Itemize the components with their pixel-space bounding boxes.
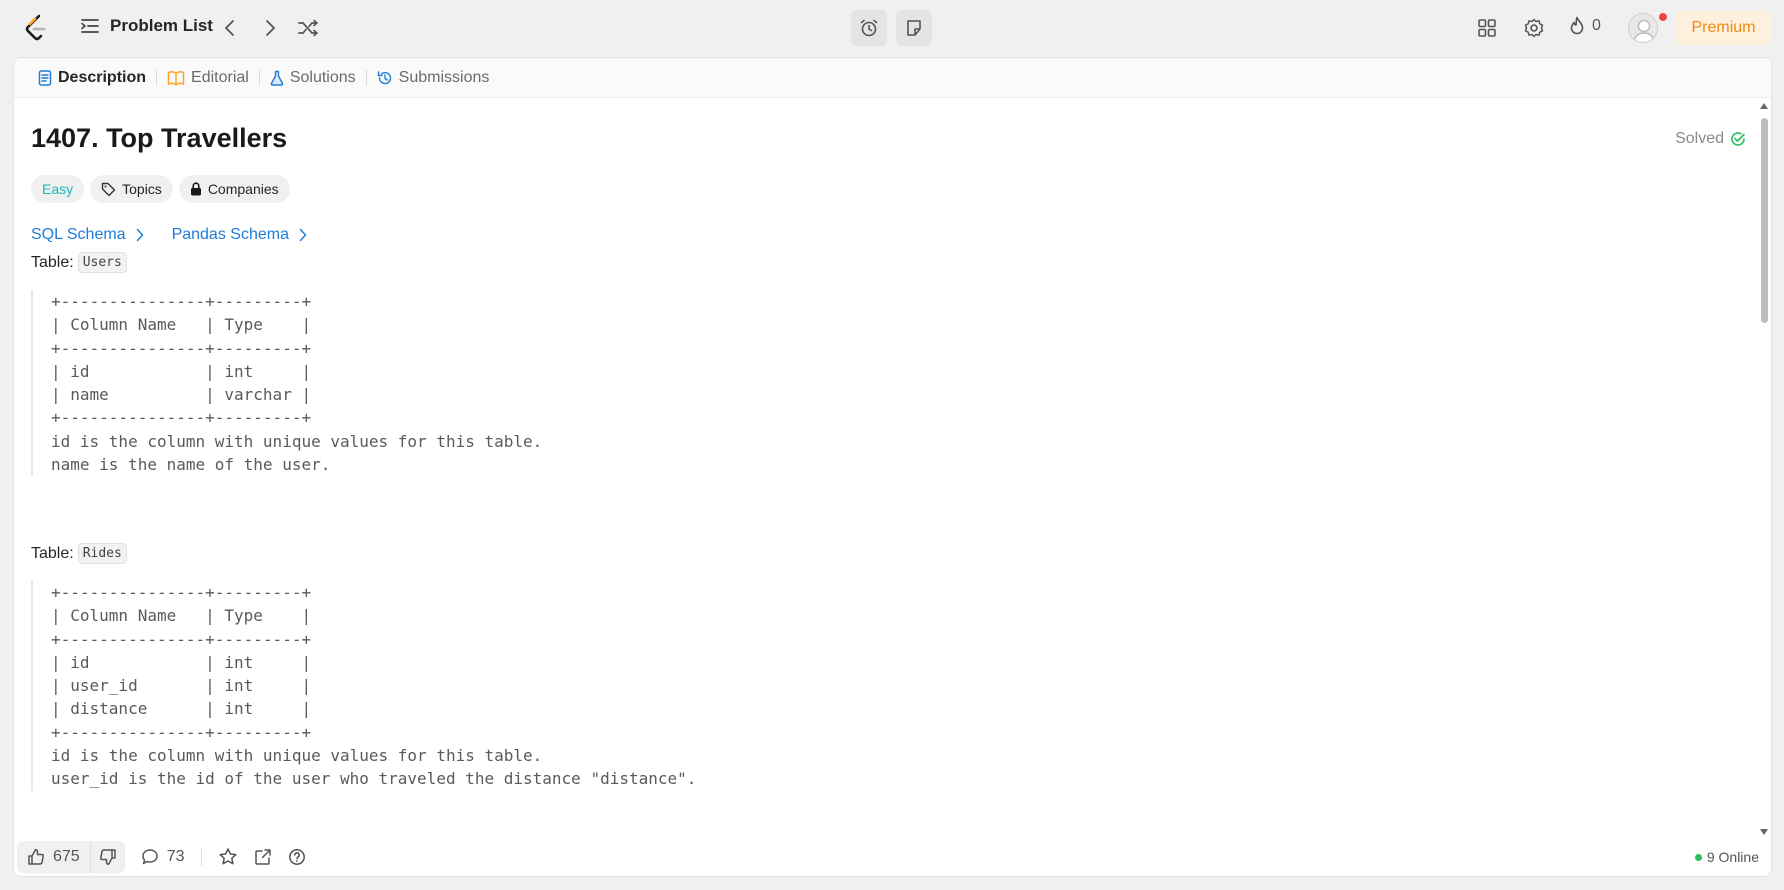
dislike-button[interactable]: [89, 841, 125, 873]
chevron-right-icon: [263, 19, 277, 37]
topics-label: Topics: [122, 181, 162, 197]
bottom-action-bar: 675 73 9 Online: [14, 836, 1771, 876]
avatar[interactable]: [1628, 13, 1658, 43]
thumbs-down-icon: [99, 848, 117, 866]
tag-icon: [101, 182, 116, 197]
tab-editorial[interactable]: Editorial: [157, 58, 259, 98]
chevron-right-icon: [136, 228, 144, 242]
tab-description[interactable]: Description: [28, 58, 156, 98]
solved-status: Solved: [1675, 130, 1746, 148]
tab-solutions[interactable]: Solutions: [260, 58, 366, 98]
scroll-down-arrow[interactable]: [1760, 829, 1768, 835]
scroll-thumb[interactable]: [1761, 118, 1768, 323]
lock-icon: [190, 182, 202, 196]
chevron-right-icon: [299, 228, 307, 242]
notification-dot: [1659, 13, 1667, 21]
table-word: Table:: [31, 544, 74, 562]
tab-label: Editorial: [191, 68, 249, 86]
online-indicator: 9 Online: [1694, 849, 1759, 865]
check-circle-icon: [1730, 131, 1746, 147]
avatar-icon: [1633, 19, 1655, 42]
sql-schema-link[interactable]: SQL Schema: [31, 226, 144, 244]
tab-label: Submissions: [398, 68, 490, 86]
next-problem-button[interactable]: [258, 16, 282, 40]
companies-label: Companies: [207, 181, 279, 197]
panel-tabs: Description Editorial Solutions Submissi…: [14, 58, 1771, 98]
streak-counter[interactable]: 0: [1568, 16, 1601, 36]
solved-label: Solved: [1675, 130, 1724, 147]
problem-tags: Easy Topics Companies: [31, 175, 290, 203]
note-icon: [905, 19, 923, 37]
gear-icon: [1523, 17, 1545, 39]
problem-list-button[interactable]: Problem List: [80, 16, 213, 36]
shuffle-icon: [297, 19, 319, 37]
table-label-rides: Table: Rides: [31, 543, 127, 564]
list-icon: [80, 17, 100, 35]
flask-icon: [270, 70, 284, 86]
leetcode-logo[interactable]: [24, 14, 48, 42]
book-icon: [167, 70, 185, 86]
pandas-schema-link[interactable]: Pandas Schema: [172, 226, 307, 244]
streak-count: 0: [1592, 17, 1601, 34]
like-dislike-group: 675: [17, 841, 125, 873]
top-navbar: Problem List 0 Premium: [0, 0, 1784, 56]
share-button[interactable]: [254, 848, 272, 866]
sql-schema-label: SQL Schema: [31, 226, 126, 243]
notes-button[interactable]: [896, 10, 932, 46]
prev-problem-button[interactable]: [218, 16, 242, 40]
alarm-icon: [859, 18, 879, 38]
topics-tag[interactable]: Topics: [90, 175, 173, 203]
rides-table-schema: +---------------+---------+ | Column Nam…: [31, 581, 1031, 791]
layout-button[interactable]: [1475, 16, 1499, 40]
comment-icon: [141, 848, 159, 866]
comment-count: 73: [166, 848, 185, 865]
history-icon: [377, 70, 393, 86]
description-icon: [38, 69, 52, 86]
like-button[interactable]: 675: [17, 841, 90, 873]
online-count: 9 Online: [1706, 849, 1759, 865]
table-name-users: Users: [77, 252, 127, 273]
comments-button[interactable]: 73: [141, 848, 185, 866]
scrollbar[interactable]: [1759, 103, 1769, 838]
help-icon: [288, 848, 306, 866]
thumbs-up-icon: [27, 848, 45, 866]
share-icon: [254, 848, 272, 866]
chevron-left-icon: [223, 19, 237, 37]
table-word: Table:: [31, 253, 74, 271]
favorite-button[interactable]: [218, 847, 238, 867]
problem-list-label: Problem List: [110, 16, 213, 35]
pandas-schema-label: Pandas Schema: [171, 226, 289, 243]
divider: [200, 848, 202, 866]
settings-button[interactable]: [1522, 16, 1546, 40]
problem-content: 1407. Top Travellers Solved Easy Topics …: [31, 98, 1746, 833]
random-problem-button[interactable]: [296, 16, 320, 40]
tab-label: Solutions: [289, 68, 356, 86]
online-dot: [1694, 853, 1702, 861]
like-count: 675: [53, 848, 80, 865]
help-button[interactable]: [288, 848, 306, 866]
companies-tag[interactable]: Companies: [178, 175, 290, 203]
users-table-schema: +---------------+---------+ | Column Nam…: [31, 290, 1031, 477]
tab-submissions[interactable]: Submissions: [367, 58, 500, 98]
tab-label: Description: [58, 68, 147, 86]
table-label-users: Table: Users: [31, 252, 127, 273]
schema-links: SQL Schema Pandas Schema: [31, 226, 307, 244]
table-name-rides: Rides: [77, 543, 127, 564]
timer-button[interactable]: [851, 10, 887, 46]
premium-button[interactable]: Premium: [1675, 11, 1772, 45]
difficulty-label: Easy: [42, 181, 74, 197]
fire-icon: [1568, 16, 1586, 36]
description-panel: Description Editorial Solutions Submissi…: [13, 57, 1772, 877]
difficulty-badge: Easy: [31, 175, 85, 203]
layout-icon: [1477, 18, 1497, 38]
scroll-up-arrow[interactable]: [1760, 103, 1768, 109]
star-icon: [218, 847, 238, 867]
problem-title[interactable]: 1407. Top Travellers: [31, 123, 287, 154]
